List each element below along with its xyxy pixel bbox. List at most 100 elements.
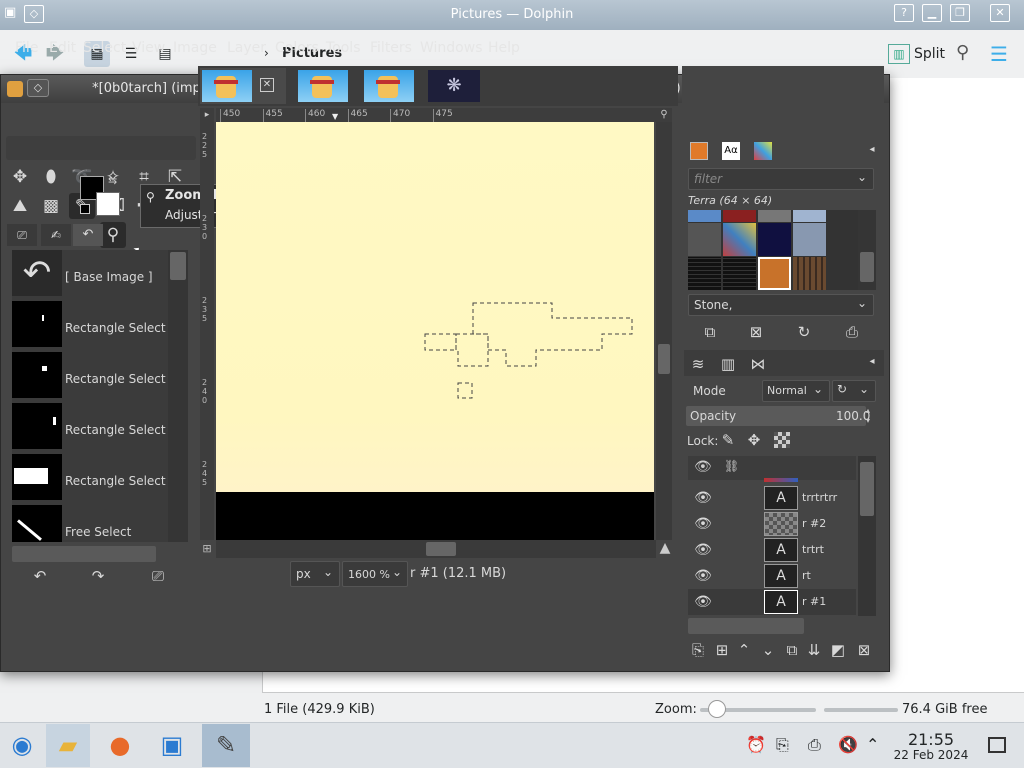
menu-layer[interactable]: Layer: [227, 40, 266, 56]
pattern-swatch[interactable]: [723, 223, 756, 256]
zoom-select[interactable]: 1600 % ⌄: [342, 561, 408, 587]
canvas-black-area[interactable]: [216, 492, 654, 540]
image-tab[interactable]: [362, 68, 424, 104]
background-color[interactable]: [96, 192, 120, 216]
new-layer-group-icon[interactable]: ⊞: [712, 640, 732, 660]
move-tool-icon[interactable]: ✥: [7, 164, 33, 190]
pattern-swatch[interactable]: [688, 223, 721, 256]
menu-filters[interactable]: Filters: [370, 40, 412, 56]
warp-tool-icon[interactable]: ⛰: [7, 193, 33, 219]
layer-row[interactable]: 👁 A trrtrtrr: [688, 485, 856, 511]
undo-history-list[interactable]: ↶ [ Base Image ] Rectangle Select Rectan…: [12, 250, 188, 542]
pattern-swatch-selected[interactable]: [758, 257, 791, 290]
dock-menu-icon[interactable]: ◂: [862, 140, 882, 160]
clock-date[interactable]: 22 Feb 2024: [890, 748, 972, 762]
mute-icon[interactable]: 🔇: [838, 735, 858, 754]
redo-icon[interactable]: ↷: [88, 566, 108, 586]
list-item[interactable]: ↶ [ Base Image ]: [12, 250, 172, 300]
ruler-horizontal[interactable]: 450 455 460 465 470 475: [216, 108, 656, 122]
raise-layer-icon[interactable]: ⌃: [734, 640, 754, 660]
layer-row[interactable]: 👁 A rt: [688, 563, 856, 589]
menu-help[interactable]: Help: [488, 40, 520, 56]
pattern-swatch[interactable]: [688, 257, 721, 290]
layer-mask-icon[interactable]: ◩: [828, 640, 848, 660]
lock-alpha-icon[interactable]: [774, 432, 790, 448]
mode-select[interactable]: Normal ⌄: [762, 380, 830, 402]
canvas-hscrollbar[interactable]: [216, 540, 656, 558]
split-button[interactable]: Split: [914, 46, 945, 62]
menu-windows[interactable]: Windows: [420, 40, 483, 56]
pattern-grid[interactable]: [688, 210, 858, 290]
navigate-icon[interactable]: ⊞: [200, 542, 214, 556]
pattern-swatch[interactable]: [723, 257, 756, 290]
menu-colors[interactable]: Colors: [275, 40, 319, 56]
start-menu-icon[interactable]: ◉: [0, 724, 44, 767]
image-tab[interactable]: [296, 68, 358, 104]
menu-edit[interactable]: Edit: [49, 40, 76, 56]
ruler-vertical[interactable]: 2 2 5 2 3 0 2 3 5 2 4 0 2 4 5: [200, 122, 214, 540]
tool-options-tab-icon[interactable]: ✍: [41, 224, 71, 246]
lower-layer-icon[interactable]: ⌄: [758, 640, 778, 660]
patterns-tab-icon[interactable]: [690, 142, 708, 160]
clear-history-icon[interactable]: ⎚: [148, 566, 168, 586]
pattern-swatch[interactable]: [758, 223, 791, 256]
layers-hscrollbar[interactable]: [688, 618, 804, 634]
zoom-slider-handle[interactable]: [708, 700, 727, 718]
eye-icon[interactable]: 👁: [694, 541, 712, 559]
opacity-slider[interactable]: Opacity 100.0: [686, 406, 870, 426]
paths-tab-icon[interactable]: ⋈: [748, 354, 768, 374]
pattern-delete-icon[interactable]: ⊠: [746, 322, 766, 342]
refresh-icon[interactable]: ↻: [794, 322, 814, 342]
close-tab-icon[interactable]: ✕: [260, 78, 274, 92]
history-scrollbar[interactable]: [168, 250, 188, 542]
show-desktop-icon[interactable]: [988, 737, 1006, 753]
merge-layer-icon[interactable]: ⇊: [804, 640, 824, 660]
chevron-up-icon[interactable]: ⌃: [866, 735, 879, 754]
list-item[interactable]: Free Select: [12, 505, 172, 542]
eye-icon[interactable]: 👁: [694, 489, 712, 507]
pattern-swatch[interactable]: [688, 210, 721, 222]
fonts-tab-icon[interactable]: Aα: [722, 142, 740, 160]
menu-file[interactable]: File: [15, 40, 38, 56]
files-task-icon[interactable]: ▰: [46, 724, 90, 767]
menu-select[interactable]: Select: [83, 40, 126, 56]
list-item[interactable]: Rectangle Select: [12, 301, 172, 351]
image-canvas[interactable]: [216, 122, 654, 492]
bucket-fill-icon[interactable]: ▩: [38, 193, 64, 219]
close-icon[interactable]: ✕: [990, 4, 1010, 22]
eye-icon[interactable]: 👁: [694, 593, 712, 611]
duplicate-layer-icon[interactable]: ⧉: [782, 640, 802, 660]
pattern-filter[interactable]: filter ⌄: [688, 168, 874, 190]
list-item[interactable]: Rectangle Select: [12, 352, 172, 402]
channels-tab-icon[interactable]: ▥: [718, 354, 738, 374]
lock-position-icon[interactable]: ✥: [744, 430, 764, 450]
new-layer-icon[interactable]: ⎘: [688, 640, 708, 660]
delete-layer-icon[interactable]: ⊠: [854, 640, 874, 660]
notifications-icon[interactable]: ⏰: [746, 735, 766, 754]
pattern-scrollbar[interactable]: [858, 210, 876, 290]
image-tab[interactable]: ❋: [426, 68, 488, 104]
minimize-icon[interactable]: ▁: [922, 4, 942, 22]
eye-icon[interactable]: 👁: [694, 515, 712, 533]
opacity-spinner[interactable]: ▴ ▾: [866, 406, 876, 426]
firefox-icon[interactable]: ●: [98, 724, 142, 767]
undo-history-tab-icon[interactable]: ↶: [73, 224, 103, 246]
history-hscrollbar[interactable]: [12, 546, 156, 562]
zoom-fit-icon[interactable]: ⚲: [656, 108, 672, 122]
pattern-swatch[interactable]: [723, 210, 756, 222]
swap-colors-icon[interactable]: ⇆: [108, 174, 117, 187]
clipboard-icon[interactable]: ⎘: [776, 735, 789, 755]
quick-mask-icon[interactable]: ▸: [200, 108, 214, 122]
undo-icon[interactable]: ↶: [30, 566, 50, 586]
pattern-swatch[interactable]: [793, 257, 826, 290]
unit-select[interactable]: px ⌄: [290, 561, 340, 587]
menu-image[interactable]: Image: [173, 40, 217, 56]
layers-tab-icon[interactable]: ≋: [688, 354, 708, 374]
reset-colors-icon[interactable]: [80, 204, 90, 214]
ellipse-select-icon[interactable]: ⬮: [38, 164, 64, 190]
navigation-arrow-icon[interactable]: ▲: [656, 540, 674, 558]
pattern-swatch[interactable]: [793, 210, 826, 222]
split-icon[interactable]: ▥: [888, 44, 910, 64]
search-icon[interactable]: ⚲: [956, 42, 969, 63]
image-tab-active[interactable]: ✕: [200, 68, 286, 104]
